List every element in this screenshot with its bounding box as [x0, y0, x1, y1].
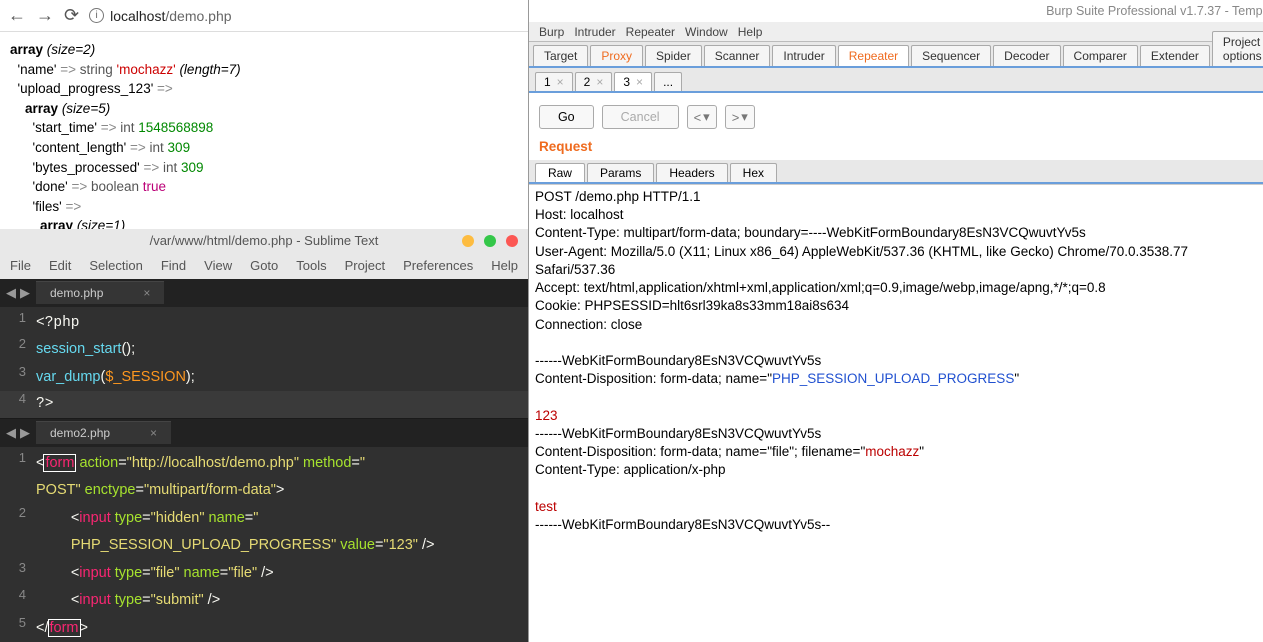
sublime-window: /var/www/html/demo.php - Sublime Text Fi… [0, 229, 528, 642]
reqtab-params[interactable]: Params [587, 163, 654, 182]
close-icon[interactable]: × [143, 286, 150, 300]
sublime-title: /var/www/html/demo.php - Sublime Text [150, 233, 379, 248]
history-prev-button[interactable]: <▾ [687, 105, 717, 129]
go-button[interactable]: Go [539, 105, 594, 129]
sublime-tabs-2: ◀▶ demo2.php× [0, 419, 528, 447]
close-icon[interactable]: × [636, 75, 643, 89]
url-bar[interactable]: i localhost/demo.php [89, 8, 231, 24]
back-button[interactable]: ← [8, 5, 26, 26]
burp-window: Burp Suite Professional v1.7.37 - Temp B… [528, 0, 1263, 642]
tab-spider[interactable]: Spider [645, 45, 702, 66]
tab-comparer[interactable]: Comparer [1063, 45, 1138, 66]
close-icon[interactable]: × [150, 426, 157, 440]
browser-content: array (size=2) 'name' => string 'mochazz… [0, 32, 528, 229]
url-host: localhost [110, 8, 165, 24]
editor-pane-1[interactable]: 1<?php 2session_start(); 3var_dump($_SES… [0, 307, 528, 418]
burp-repeater-tabs: 1× 2× 3× ... [529, 68, 1263, 93]
tab-proxy[interactable]: Proxy [590, 45, 643, 66]
burp-menubar: Burp Intruder Repeater Window Help [529, 22, 1263, 42]
menu-edit[interactable]: Edit [49, 258, 71, 273]
tab-decoder[interactable]: Decoder [993, 45, 1060, 66]
menu-tools[interactable]: Tools [296, 258, 326, 273]
tab-demo2-php[interactable]: demo2.php× [36, 421, 171, 444]
next-icon[interactable]: ▶ [20, 285, 30, 301]
subtab-3[interactable]: 3× [614, 72, 652, 91]
menu-intruder[interactable]: Intruder [574, 25, 615, 39]
minimize-button[interactable] [462, 235, 474, 247]
subtab-1[interactable]: 1× [535, 72, 573, 91]
maximize-button[interactable] [484, 235, 496, 247]
close-button[interactable] [506, 235, 518, 247]
url-path: /demo.php [165, 8, 231, 24]
forward-button[interactable]: → [36, 5, 54, 26]
menu-goto[interactable]: Goto [250, 258, 278, 273]
browser-toolbar: ← → ⟳ i localhost/demo.php [0, 0, 528, 32]
history-next-button[interactable]: >▾ [725, 105, 755, 129]
close-icon[interactable]: × [557, 75, 564, 89]
close-icon[interactable]: × [596, 75, 603, 89]
sublime-menubar: File Edit Selection Find View Goto Tools… [0, 253, 528, 279]
burp-raw-editor[interactable]: POST /demo.php HTTP/1.1 Host: localhost … [529, 184, 1263, 642]
burp-main-tabs: Target Proxy Spider Scanner Intruder Rep… [529, 42, 1263, 68]
next-icon[interactable]: ▶ [20, 425, 30, 441]
tab-scanner[interactable]: Scanner [704, 45, 771, 66]
menu-help[interactable]: Help [491, 258, 518, 273]
menu-view[interactable]: View [204, 258, 232, 273]
tab-demo-php[interactable]: demo.php× [36, 281, 164, 304]
burp-titlebar: Burp Suite Professional v1.7.37 - Temp [529, 0, 1263, 22]
info-icon: i [89, 8, 104, 23]
cancel-button[interactable]: Cancel [602, 105, 679, 129]
menu-project[interactable]: Project [345, 258, 385, 273]
sublime-tabs-1: ◀▶ demo.php× [0, 279, 528, 307]
menu-find[interactable]: Find [161, 258, 186, 273]
tab-project-options[interactable]: Project options [1212, 31, 1263, 66]
menu-burp[interactable]: Burp [539, 25, 564, 39]
burp-request-tabs: Raw Params Headers Hex [529, 160, 1263, 184]
tab-repeater[interactable]: Repeater [838, 45, 909, 66]
sublime-titlebar: /var/www/html/demo.php - Sublime Text [0, 229, 528, 253]
request-label: Request [529, 137, 1263, 160]
subtab-add[interactable]: ... [654, 72, 682, 91]
tab-target[interactable]: Target [533, 45, 588, 66]
prev-icon[interactable]: ◀ [6, 285, 16, 301]
reqtab-raw[interactable]: Raw [535, 163, 585, 182]
editor-pane-2[interactable]: 1<form action="http://localhost/demo.php… [0, 447, 528, 642]
reqtab-hex[interactable]: Hex [730, 163, 777, 182]
subtab-2[interactable]: 2× [575, 72, 613, 91]
prev-icon[interactable]: ◀ [6, 425, 16, 441]
menu-file[interactable]: File [10, 258, 31, 273]
reload-button[interactable]: ⟳ [64, 5, 79, 26]
menu-selection[interactable]: Selection [89, 258, 142, 273]
menu-repeater[interactable]: Repeater [626, 25, 675, 39]
menu-help[interactable]: Help [738, 25, 763, 39]
tab-intruder[interactable]: Intruder [772, 45, 835, 66]
tab-sequencer[interactable]: Sequencer [911, 45, 991, 66]
menu-preferences[interactable]: Preferences [403, 258, 473, 273]
tab-extender[interactable]: Extender [1140, 45, 1210, 66]
reqtab-headers[interactable]: Headers [656, 163, 727, 182]
burp-controls: Go Cancel <▾ >▾ [529, 93, 1263, 137]
menu-window[interactable]: Window [685, 25, 728, 39]
